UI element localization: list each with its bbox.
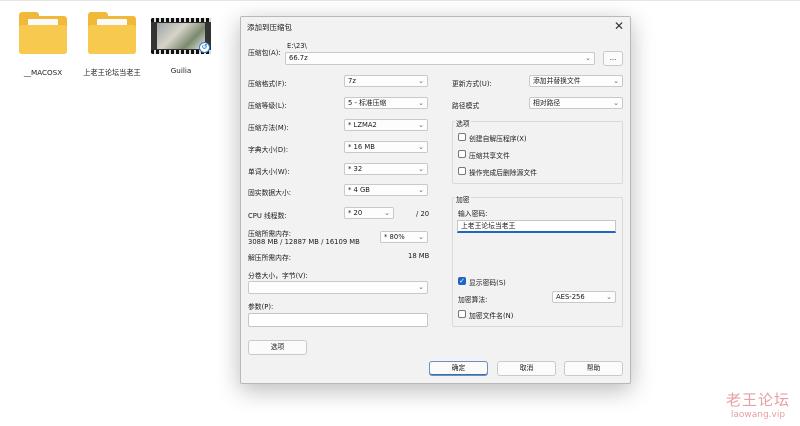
archive-name-value: 66.7z bbox=[289, 54, 308, 62]
chevron-down-icon: ⌄ bbox=[613, 77, 619, 85]
word-value: * 32 bbox=[348, 165, 363, 173]
chevron-down-icon: ⌄ bbox=[585, 54, 591, 62]
archive-path: E:\23\ bbox=[287, 42, 307, 50]
options-group-title: 选项 bbox=[455, 118, 471, 128]
desktop-icon-label: __MACOSX bbox=[23, 68, 63, 77]
update-value: 添加并替换文件 bbox=[533, 77, 581, 85]
chevron-down-icon: ⌄ bbox=[418, 283, 424, 291]
cancel-button[interactable]: 取消 bbox=[497, 361, 556, 376]
show-password-label: 显示密码(S) bbox=[469, 279, 506, 287]
decomp-value: 18 MB bbox=[408, 252, 430, 260]
split-label: 分卷大小，字节(V): bbox=[248, 272, 308, 280]
dialog-titlebar: 添加到压缩包 ✕ bbox=[241, 17, 630, 37]
solid-label: 固实数据大小: bbox=[248, 189, 292, 197]
params-input[interactable] bbox=[248, 313, 428, 327]
encrypt-group-title: 加密 bbox=[455, 194, 471, 204]
add-to-archive-dialog: 添加到压缩包 ✕ 压缩包(A): E:\23\ 66.7z ⌄ ... 压缩格式… bbox=[240, 16, 631, 384]
sfx-checkbox[interactable] bbox=[458, 133, 466, 141]
path-value: 相对路径 bbox=[533, 99, 561, 107]
mem-label: 压缩所需内存: bbox=[248, 230, 292, 238]
chevron-down-icon: ⌄ bbox=[613, 99, 619, 107]
chevron-down-icon: ⌄ bbox=[418, 165, 424, 173]
chevron-down-icon: ⌄ bbox=[418, 99, 424, 107]
checkmark-icon: ✓ bbox=[459, 277, 465, 285]
close-icon[interactable]: ✕ bbox=[614, 19, 624, 33]
shared-checkbox[interactable] bbox=[458, 150, 466, 158]
enc-method-label: 加密算法: bbox=[458, 296, 488, 304]
enc-method-select[interactable]: AES-256 ⌄ bbox=[552, 291, 616, 303]
chevron-down-icon: ⌄ bbox=[606, 293, 612, 301]
watermark-title: 老王论坛 bbox=[725, 391, 790, 409]
delete-label: 操作完成后删除源文件 bbox=[469, 169, 537, 177]
watermark: 老王论坛 laowang.vip bbox=[726, 389, 790, 420]
desktop-icon-laowang[interactable]: 上老王论坛当老王 bbox=[83, 12, 141, 77]
pwd-label: 输入密码: bbox=[458, 210, 488, 218]
encrypt-names-checkbox[interactable] bbox=[458, 310, 466, 318]
browse-button[interactable]: ... bbox=[603, 51, 623, 66]
method-select[interactable]: * LZMA2 ⌄ bbox=[344, 119, 428, 131]
chevron-down-icon: ⌄ bbox=[418, 121, 424, 129]
options-button[interactable]: 选项 bbox=[248, 340, 307, 355]
dialog-title: 添加到压缩包 bbox=[247, 23, 292, 32]
cpu-label: CPU 线程数: bbox=[248, 212, 287, 220]
dict-select[interactable]: * 16 MB ⌄ bbox=[344, 141, 428, 153]
level-label: 压缩等级(L): bbox=[248, 102, 287, 110]
folder-icon bbox=[85, 12, 139, 56]
split-select[interactable]: ⌄ bbox=[248, 281, 428, 294]
cpu-total: / 20 bbox=[416, 210, 430, 218]
decomp-label: 解压所需内存: bbox=[248, 254, 292, 262]
show-password-checkbox[interactable]: ✓ bbox=[458, 277, 466, 285]
format-value: 7z bbox=[348, 77, 356, 85]
path-label: 路径模式 bbox=[452, 102, 480, 110]
password-input[interactable]: 上老王论坛当老王 bbox=[457, 220, 616, 233]
cpu-select[interactable]: * 20 ⌄ bbox=[344, 207, 394, 219]
level-value: 5 - 标准压缩 bbox=[348, 99, 387, 107]
desktop-icon-guilia[interactable]: ↺ Guilia bbox=[151, 12, 211, 75]
sfx-label: 创建自解压程序(X) bbox=[469, 135, 527, 143]
watermark-url: laowang.vip bbox=[730, 410, 786, 420]
solid-value: * 4 GB bbox=[348, 186, 370, 194]
chevron-down-icon: ⌄ bbox=[384, 209, 390, 217]
params-label: 参数(P): bbox=[248, 303, 274, 311]
solid-select[interactable]: * 4 GB ⌄ bbox=[344, 184, 428, 196]
format-label: 压缩格式(F): bbox=[248, 80, 287, 88]
mem-select[interactable]: * 80% ⌄ bbox=[380, 231, 428, 243]
level-select[interactable]: 5 - 标准压缩 ⌄ bbox=[344, 97, 428, 109]
method-label: 压缩方法(M): bbox=[248, 124, 289, 132]
desktop-icon-label: 上老王论坛当老王 bbox=[83, 68, 141, 77]
chevron-down-icon: ⌄ bbox=[418, 233, 424, 241]
delete-checkbox[interactable] bbox=[458, 167, 466, 175]
update-label: 更新方式(U): bbox=[452, 80, 492, 88]
help-button[interactable]: 帮助 bbox=[564, 361, 623, 376]
archive-label: 压缩包(A): bbox=[248, 49, 281, 57]
dict-label: 字典大小(D): bbox=[248, 146, 289, 154]
method-value: * LZMA2 bbox=[348, 121, 377, 129]
chevron-down-icon: ⌄ bbox=[418, 143, 424, 151]
enc-method-value: AES-256 bbox=[556, 293, 585, 301]
ok-button[interactable]: 确定 bbox=[429, 361, 488, 376]
encrypt-names-label: 加密文件名(N) bbox=[469, 312, 514, 320]
dict-value: * 16 MB bbox=[348, 143, 375, 151]
format-select[interactable]: 7z ⌄ bbox=[344, 75, 428, 87]
top-divider bbox=[0, 0, 800, 1]
folder-icon bbox=[16, 12, 70, 56]
shared-label: 压缩共享文件 bbox=[469, 152, 510, 160]
mem-detail: 3088 MB / 12887 MB / 16109 MB bbox=[248, 238, 360, 246]
chevron-down-icon: ⌄ bbox=[418, 77, 424, 85]
cpu-value: * 20 bbox=[348, 209, 363, 217]
archive-name-combo[interactable]: 66.7z ⌄ bbox=[285, 52, 595, 65]
desktop-icon-macosx[interactable]: __MACOSX bbox=[14, 12, 72, 77]
word-select[interactable]: * 32 ⌄ bbox=[344, 163, 428, 175]
desktop-icon-label: Guilia bbox=[170, 66, 192, 75]
chevron-down-icon: ⌄ bbox=[418, 186, 424, 194]
update-select[interactable]: 添加并替换文件 ⌄ bbox=[529, 75, 623, 87]
video-file-icon: ↺ bbox=[151, 18, 211, 54]
mem-value: * 80% bbox=[384, 233, 405, 241]
word-label: 单词大小(W): bbox=[248, 168, 290, 176]
shortcut-arrow-icon: ↺ bbox=[199, 42, 210, 53]
path-select[interactable]: 相对路径 ⌄ bbox=[529, 97, 623, 109]
